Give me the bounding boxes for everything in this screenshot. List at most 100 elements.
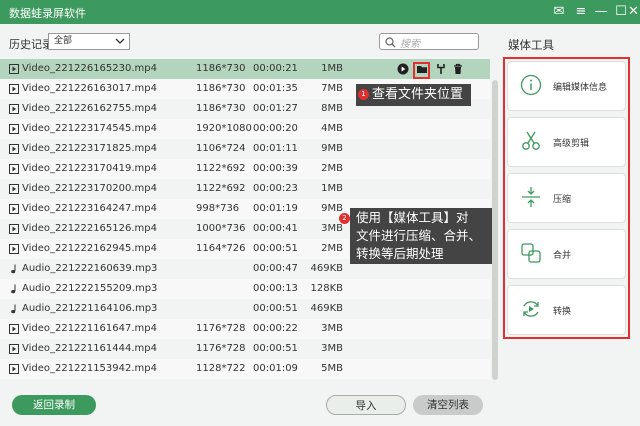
video-file-icon <box>9 324 19 334</box>
file-duration: 00:00:47 <box>253 263 298 274</box>
app-window: 数据蛙录屏软件 ✉ ≡ — ☐ ✕ 历史记录 全部 搜索 Video_22122… <box>0 0 640 426</box>
tool-advanced-clip[interactable]: 高级剪辑 <box>507 117 626 167</box>
video-file-icon <box>9 164 19 174</box>
file-name: Video_221222162945.mp4 <box>22 243 157 254</box>
file-duration: 00:00:51 <box>253 303 298 314</box>
audio-file-icon <box>11 264 16 274</box>
file-resolution: 1186*730 <box>196 63 246 74</box>
file-row[interactable]: Video_221221161444.mp4 1176*728 00:00:51 3M… <box>0 339 490 359</box>
file-name: Video_221223170419.mp4 <box>22 163 157 174</box>
minimize-icon[interactable]: — <box>590 1 612 23</box>
chevron-down-icon <box>115 38 125 44</box>
file-name: Video_221221153942.mp4 <box>22 363 157 374</box>
search-input[interactable]: 搜索 <box>379 33 479 50</box>
tool-merge[interactable]: 合并 <box>507 229 626 279</box>
close-icon[interactable]: ✕ <box>627 1 640 23</box>
feedback-icon[interactable]: ✉ <box>548 1 570 23</box>
file-row[interactable]: Video_221221161647.mp4 1176*728 00:00:22 3M… <box>0 319 490 339</box>
file-duration: 00:00:22 <box>253 323 298 334</box>
sidebar-title: 媒体工具 <box>508 38 554 52</box>
history-label: 历史记录 <box>9 38 53 51</box>
scissors-icon <box>522 131 540 150</box>
file-name: Video_221223171825.mp4 <box>22 143 157 154</box>
convert-icon <box>523 301 539 317</box>
import-button[interactable]: 导入 <box>326 395 406 415</box>
tooltip-media-tools: 2 使用【媒体工具】对 文件进行压缩、合并、 转换等后期处理 <box>339 208 492 264</box>
app-title: 数据蛙录屏软件 <box>9 7 86 20</box>
tip2-badge: 2 <box>339 213 350 224</box>
file-resolution: 1000*736 <box>196 223 246 234</box>
file-duration: 00:01:27 <box>253 103 298 114</box>
file-row[interactable]: Video_221223174545.mp4 1920*1080 00:00:20 4… <box>0 119 490 139</box>
tool-label: 合并 <box>553 251 572 261</box>
file-size: 8MB <box>321 103 343 114</box>
video-file-icon <box>9 344 19 354</box>
file-row[interactable]: Video_221221153942.mp4 1128*722 00:01:09 5M… <box>0 359 490 379</box>
file-resolution: 1122*692 <box>196 183 246 194</box>
video-file-icon <box>9 364 19 374</box>
tip1-badge: 1 <box>358 89 369 100</box>
file-size: 4MB <box>321 123 343 134</box>
video-file-icon <box>9 84 19 94</box>
merge-icon <box>521 243 541 263</box>
tip2-line: 转换等后期处理 <box>356 246 444 261</box>
file-row[interactable]: Audio_221222155209.mp3 00:00:13 128KB <box>0 279 490 299</box>
file-row[interactable]: Audio_221221164106.mp3 00:00:51 469KB <box>0 299 490 319</box>
file-name: Video_221226162755.mp4 <box>22 103 157 114</box>
file-resolution: 1176*728 <box>196 323 246 334</box>
file-name: Video_221226163017.mp4 <box>22 83 157 94</box>
audio-file-icon <box>11 304 16 314</box>
file-size: 3MB <box>321 343 343 354</box>
file-duration: 00:00:13 <box>253 283 298 294</box>
file-duration: 00:01:09 <box>253 363 298 374</box>
video-file-icon <box>9 64 19 74</box>
video-file-icon <box>9 184 19 194</box>
tool-edit-media-info[interactable]: 编辑媒体信息 <box>507 61 626 111</box>
tip1-text: 查看文件夹位置 <box>372 87 464 102</box>
tools-icon[interactable] <box>433 61 449 77</box>
file-duration: 00:01:11 <box>253 143 298 154</box>
history-filter-select[interactable]: 全部 <box>48 33 130 50</box>
file-row[interactable]: Video_221223170419.mp4 1122*692 00:00:39 2M… <box>0 159 490 179</box>
file-resolution: 1122*692 <box>196 163 246 174</box>
file-size: 469KB <box>310 263 343 274</box>
video-file-icon <box>9 144 19 154</box>
trash-icon[interactable] <box>450 61 466 77</box>
file-size: 9MB <box>321 143 343 154</box>
file-size: 469KB <box>310 303 343 314</box>
file-resolution: 1164*726 <box>196 243 246 254</box>
info-icon <box>520 74 542 96</box>
file-resolution: 1106*724 <box>196 143 246 154</box>
file-size: 3MB <box>321 323 343 334</box>
list-scrollbar[interactable] <box>492 80 498 380</box>
tool-compress[interactable]: 压缩 <box>507 173 626 223</box>
tool-label: 转换 <box>553 307 572 317</box>
file-row[interactable]: Video_221223170200.mp4 1122*692 00:00:23 1M… <box>0 179 490 199</box>
file-size: 1MB <box>321 183 343 194</box>
file-duration: 00:00:39 <box>253 163 298 174</box>
file-name: Video_221226165230.mp4 <box>22 63 157 74</box>
file-name: Audio_221222160639.mp3 <box>22 263 158 274</box>
file-size: 128KB <box>310 283 343 294</box>
file-duration: 00:01:35 <box>253 83 298 94</box>
file-duration: 00:00:41 <box>253 223 298 234</box>
menu-icon[interactable]: ≡ <box>570 1 592 23</box>
file-row[interactable]: Video_221223171825.mp4 1106*724 00:01:11 9M… <box>0 139 490 159</box>
file-name: Audio_221222155209.mp3 <box>22 283 158 294</box>
file-name: Video_221221161647.mp4 <box>22 323 157 334</box>
tool-label: 高级剪辑 <box>553 139 590 149</box>
file-duration: 00:00:20 <box>253 123 298 134</box>
play-icon[interactable] <box>395 61 411 77</box>
file-duration: 00:00:21 <box>253 63 298 74</box>
back-to-record-button[interactable]: 返回录制 <box>12 395 96 415</box>
tooltip-folder-location: 1 查看文件夹位置 <box>356 84 472 106</box>
clear-list-button[interactable]: 清空列表 <box>413 395 483 415</box>
video-file-icon <box>9 204 19 214</box>
tool-convert[interactable]: 转换 <box>507 285 626 335</box>
tool-label: 压缩 <box>553 195 572 205</box>
file-resolution: 998*736 <box>196 203 240 214</box>
file-size: 2MB <box>321 163 343 174</box>
compress-icon <box>522 187 540 207</box>
video-file-icon <box>9 104 19 114</box>
video-file-icon <box>9 244 19 254</box>
